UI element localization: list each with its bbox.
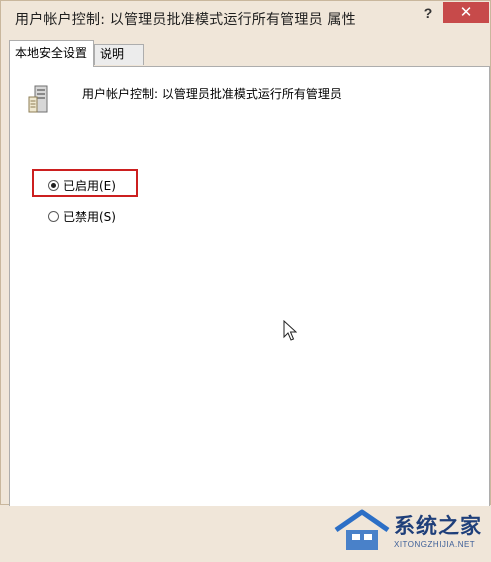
title-bar[interactable]: 用户帐户控制: 以管理员批准模式运行所有管理员 属性 ? ✕ <box>1 1 490 35</box>
watermark-logo: 系统之家 XITONGZHIJIA.NET <box>332 500 491 562</box>
watermark-subtext: XITONGZHIJIA.NET <box>394 540 476 549</box>
radio-enabled-label[interactable]: 已启用(E) <box>63 177 116 194</box>
properties-dialog: 用户帐户控制: 以管理员批准模式运行所有管理员 属性 ? ✕ 本地安全设置 说明… <box>0 0 491 550</box>
house-logo-icon <box>334 509 390 550</box>
mouse-cursor-icon <box>283 320 297 341</box>
close-button[interactable]: ✕ <box>443 2 489 23</box>
radio-disabled-label[interactable]: 已禁用(S) <box>63 208 116 225</box>
radio-disabled-indicator[interactable] <box>48 210 59 222</box>
policy-title: 用户帐户控制: 以管理员批准模式运行所有管理员 <box>82 87 342 101</box>
tab-explain[interactable]: 说明 <box>94 44 144 65</box>
tab-local-security-setting[interactable]: 本地安全设置 <box>9 40 94 67</box>
radio-disabled[interactable]: 已禁用(S) <box>48 207 116 225</box>
window-title: 用户帐户控制: 以管理员批准模式运行所有管理员 属性 <box>15 12 356 28</box>
server-icon <box>28 85 48 113</box>
help-button[interactable]: ? <box>413 2 443 24</box>
radio-enabled[interactable]: 已启用(E) <box>48 176 116 194</box>
radio-enabled-indicator[interactable] <box>48 179 59 191</box>
watermark-text: 系统之家 <box>394 514 482 538</box>
tab-panel: 用户帐户控制: 以管理员批准模式运行所有管理员 已启用(E) 已禁用(S) 系统… <box>9 66 490 550</box>
